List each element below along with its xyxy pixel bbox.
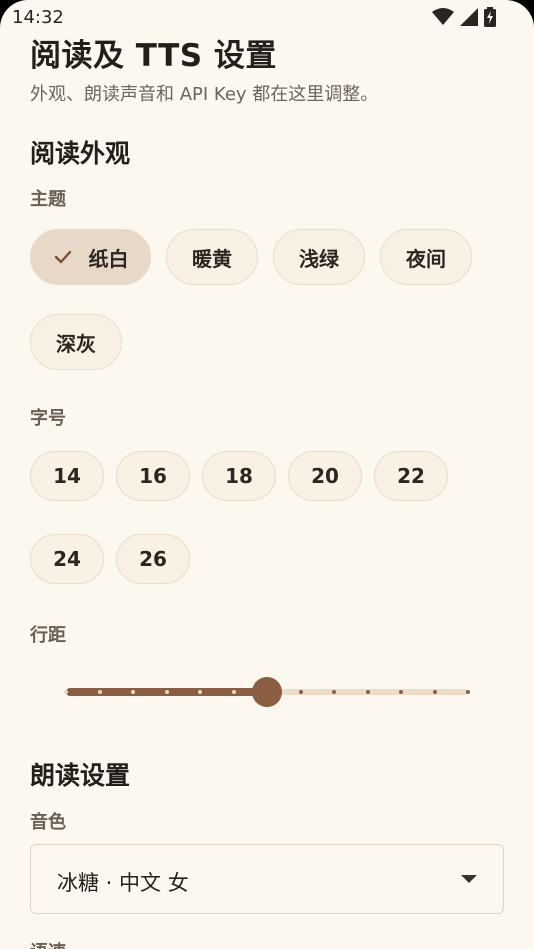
theme-chip-label: 深灰: [56, 331, 96, 356]
slider-tick: [231, 690, 236, 694]
font-size-chip[interactable]: 14: [30, 451, 104, 501]
line-spacing-slider[interactable]: [60, 672, 474, 712]
font-size-chip[interactable]: 22: [374, 451, 448, 501]
slider-tick: [332, 690, 336, 694]
font-size-value: 22: [397, 464, 425, 488]
font-size-chip[interactable]: 20: [288, 451, 362, 501]
section-title-appearance: 阅读外观: [30, 139, 131, 168]
section-title-reading: 朗读设置: [30, 761, 131, 790]
font-size-chip[interactable]: 16: [116, 451, 190, 501]
slider-tick: [64, 690, 68, 694]
font-size-chip[interactable]: 26: [116, 534, 190, 584]
font-size-value: 18: [225, 464, 253, 488]
theme-chip-label: 暖黄: [192, 246, 232, 271]
speed-label: 语速: [30, 938, 66, 949]
cellular-signal-icon: [460, 8, 478, 26]
voice-dropdown-value: 冰糖 · 中文 女: [57, 871, 189, 895]
slider-tick: [97, 690, 102, 694]
wifi-icon: [432, 8, 454, 25]
slider-tick: [432, 690, 437, 694]
voice-dropdown[interactable]: 冰糖 · 中文 女: [30, 844, 504, 914]
check-icon: [54, 250, 71, 264]
font-size-value: 26: [139, 547, 167, 571]
line-spacing-label: 行距: [30, 625, 66, 646]
status-time: 14:32: [12, 7, 64, 28]
slider-tick: [466, 690, 470, 694]
status-icons: [432, 7, 496, 27]
font-size-value: 24: [53, 547, 81, 571]
font-size-label: 字号: [30, 408, 66, 429]
slider-tick: [198, 690, 202, 694]
slider-tick: [365, 690, 370, 694]
theme-chip-warm-yellow[interactable]: 暖黄: [166, 229, 258, 285]
theme-chip-label: 纸白: [88, 246, 129, 271]
status-bar: 14:32: [0, 0, 534, 34]
theme-chip-label: 浅绿: [299, 246, 339, 271]
theme-chip-paper-white[interactable]: 纸白: [30, 229, 151, 285]
voice-label: 音色: [30, 812, 66, 833]
dropdown-arrow-icon: [461, 875, 477, 883]
page-subtitle: 外观、朗读声音和 API Key 都在这里调整。: [30, 84, 379, 105]
font-size-chip[interactable]: 24: [30, 534, 104, 584]
theme-chip-night[interactable]: 夜间: [380, 229, 472, 285]
font-size-value: 16: [139, 464, 167, 488]
slider-thumb[interactable]: [252, 677, 282, 707]
theme-chip-dark-gray[interactable]: 深灰: [30, 314, 122, 370]
settings-screen: 14:32 阅读及 TTS 设置 外观、朗读声音和 API Key 都在这里调整…: [0, 0, 534, 949]
font-size-chip[interactable]: 18: [202, 451, 276, 501]
slider-tick: [399, 690, 403, 694]
slider-tick: [164, 690, 169, 694]
page-title: 阅读及 TTS 设置: [30, 38, 277, 74]
theme-chip-light-green[interactable]: 浅绿: [273, 229, 365, 285]
slider-tick: [298, 690, 303, 694]
battery-charging-icon: [484, 7, 496, 27]
font-size-value: 14: [53, 464, 81, 488]
font-size-value: 20: [311, 464, 339, 488]
theme-chip-label: 夜间: [406, 246, 446, 271]
slider-tick: [131, 690, 135, 694]
theme-label: 主题: [30, 189, 66, 210]
